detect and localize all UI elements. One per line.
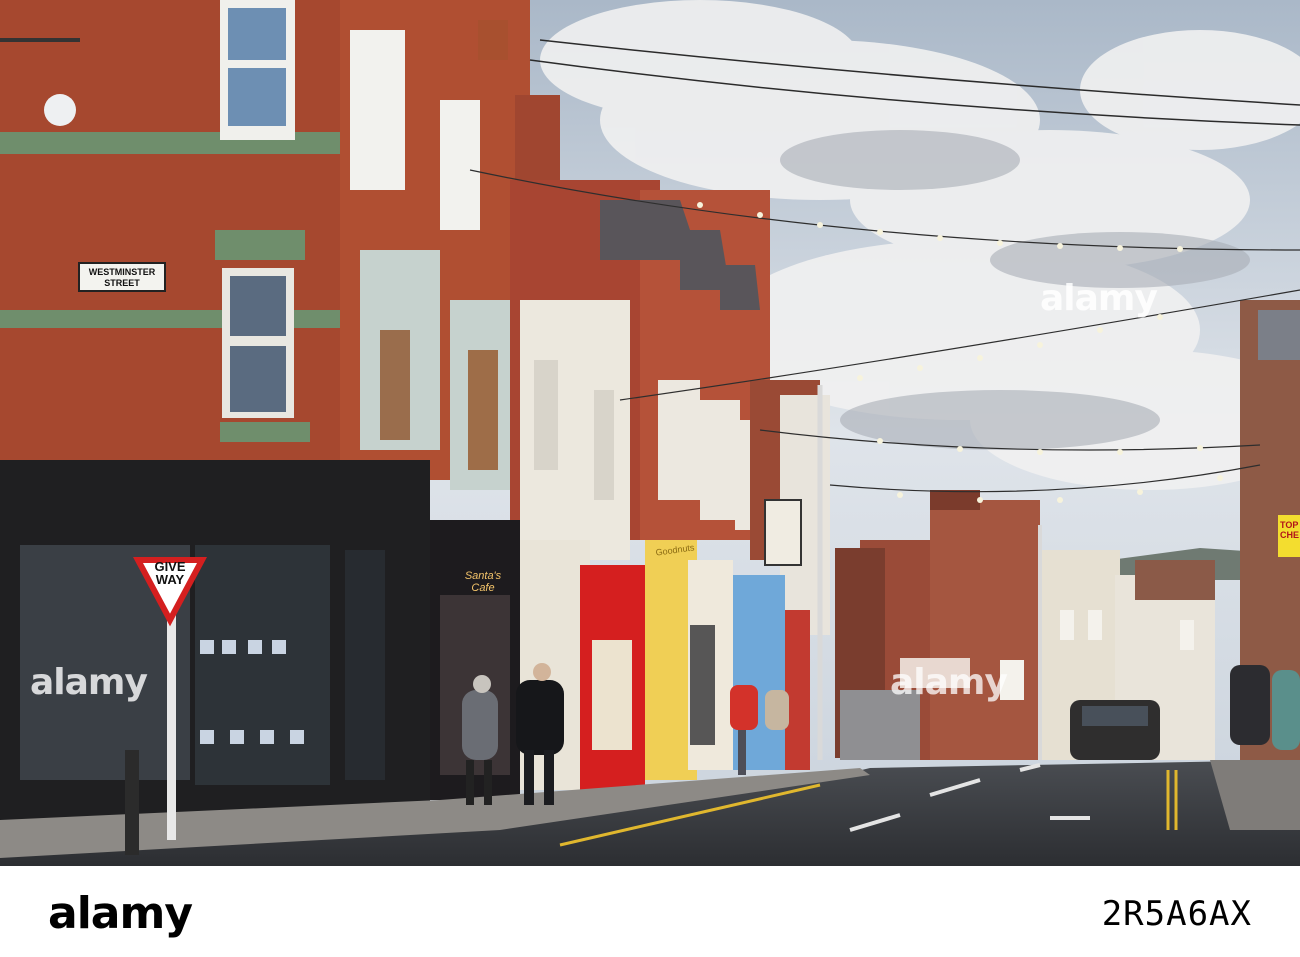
give-way-text: GIVE WAY (138, 560, 202, 586)
hanging-sign (764, 499, 802, 566)
watermark-footer: alamy 2R5A6AX (0, 866, 1300, 957)
street-name-line2: STREET (104, 278, 140, 288)
watermark-overlay-left: alamy (30, 662, 148, 703)
give-way-line2: WAY (155, 572, 185, 587)
shop-window-right (195, 545, 330, 785)
cctv-camera (44, 94, 76, 126)
alamy-logo: alamy (48, 888, 193, 939)
street-name-sign: WESTMINSTER STREET (78, 262, 166, 292)
watermark-overlay-top: alamy (1040, 278, 1158, 319)
corner-brick-building (0, 0, 370, 470)
image-id: 2R5A6AX (1101, 894, 1252, 934)
sign-post (167, 600, 176, 840)
street-scene (0, 0, 1300, 866)
street-name-line1: WESTMINSTER (88, 267, 156, 277)
top-che-sign: TOP CHE (1280, 520, 1300, 540)
cafe-sign: Santa's Cafe (464, 570, 502, 594)
street-photo: WESTMINSTER STREET GIVE WAY Santa's Cafe… (0, 0, 1300, 866)
watermark-overlay-right: alamy (890, 662, 1008, 703)
bollard (125, 750, 139, 855)
